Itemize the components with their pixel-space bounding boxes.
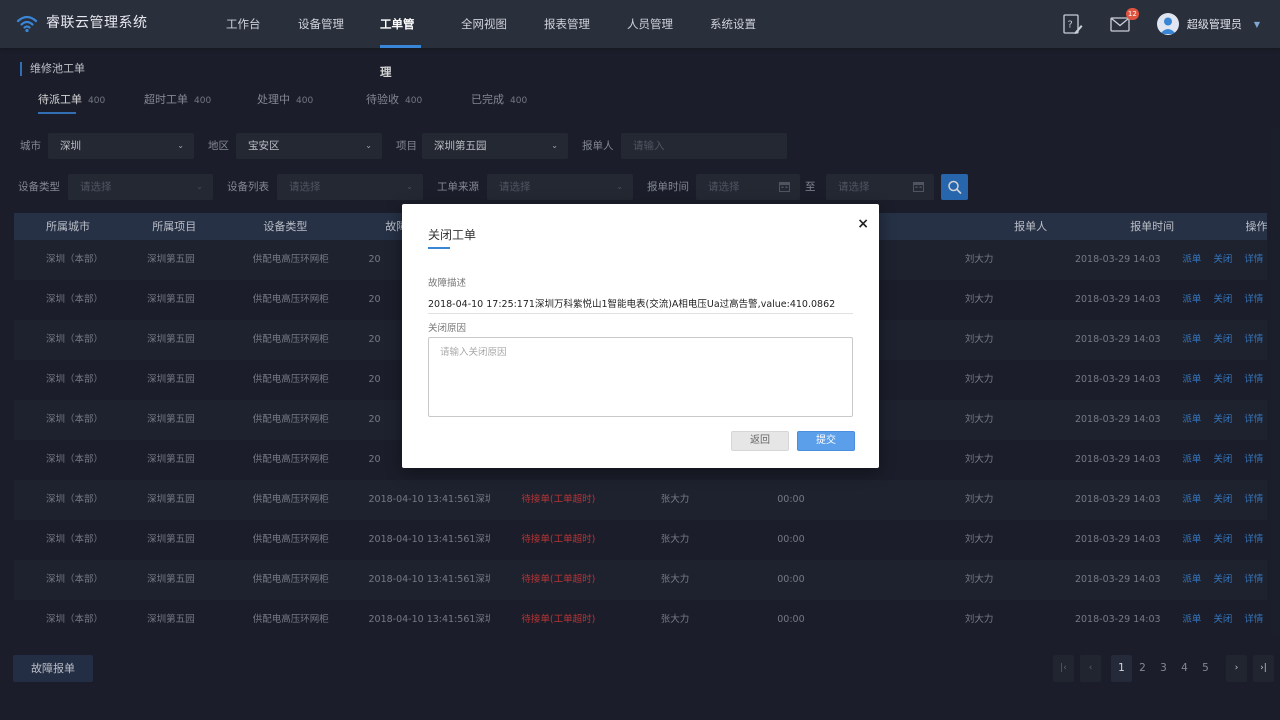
- nav-item-work-order-management[interactable]: 工单管理: [380, 0, 421, 79]
- nav-item-system-settings[interactable]: 系统设置: [710, 0, 790, 48]
- close-work-order-dialog: 关闭工单 × 故障描述 2018-04-10 17:25:171深圳万科紫悦山1…: [402, 204, 879, 468]
- svg-text:?: ?: [1067, 20, 1072, 31]
- user-menu-caret-icon[interactable]: ▼: [1254, 20, 1260, 29]
- user-avatar[interactable]: [1156, 13, 1179, 35]
- nav-item-report-management[interactable]: 报表管理: [544, 0, 627, 48]
- app-title: 睿联云管理系统: [46, 15, 148, 31]
- user-name[interactable]: 超级管理员: [1187, 16, 1242, 32]
- nav-item-personnel-management[interactable]: 人员管理: [627, 0, 710, 48]
- back-button[interactable]: 返回: [731, 431, 789, 451]
- submit-button[interactable]: 提交: [797, 431, 855, 451]
- dialog-title-underline: [428, 247, 450, 249]
- close-reason-label: 关闭原因: [428, 323, 467, 334]
- help-edit-icon[interactable]: ?: [1061, 13, 1083, 35]
- nav-item-device-management[interactable]: 设备管理: [298, 0, 380, 48]
- header-actions: ? 12 超级管理员 ▼: [1061, 0, 1260, 48]
- top-navigation-bar: 睿联云管理系统 工作台 设备管理 工单管理 全网视图 报表管理 人员管理 系统设…: [0, 0, 1280, 79]
- mail-badge: 12: [1125, 8, 1139, 20]
- fault-description-label: 故障描述: [428, 278, 467, 289]
- fault-description-value: 2018-04-10 17:25:171深圳万科紫悦山1智能电表(交流)A相电压…: [428, 296, 853, 314]
- nav-item-network-view[interactable]: 全网视图: [461, 0, 544, 48]
- close-icon[interactable]: ×: [857, 216, 869, 232]
- close-reason-input[interactable]: [428, 337, 853, 417]
- nav-item-workbench[interactable]: 工作台: [226, 0, 298, 48]
- mail-icon[interactable]: 12: [1109, 8, 1139, 35]
- main-nav: 工作台 设备管理 工单管理 全网视图 报表管理 人员管理 系统设置: [212, 0, 790, 79]
- dialog-title: 关闭工单: [428, 228, 477, 242]
- app-logo[interactable]: 睿联云管理系统: [16, 12, 148, 34]
- wifi-logo-icon: [16, 15, 38, 33]
